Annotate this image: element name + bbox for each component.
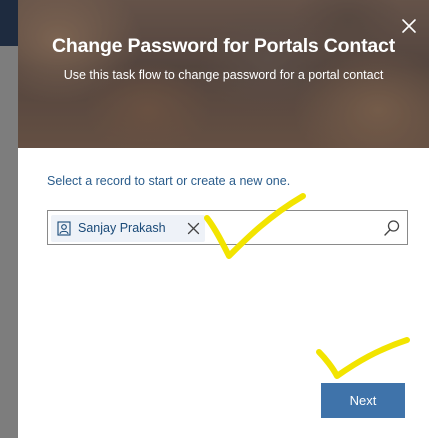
task-flow-dialog: Change Password for Portals Contact Use … [18,0,429,438]
dialog-header: Change Password for Portals Contact Use … [18,0,429,148]
search-icon[interactable] [383,219,401,237]
next-button[interactable]: Next [321,383,405,418]
page-backdrop [0,0,18,438]
dialog-title: Change Password for Portals Contact [52,35,395,57]
record-lookup-field[interactable]: Sanjay Prakash [47,210,408,245]
close-icon[interactable] [399,16,419,36]
annotation-check-mark [316,337,410,379]
selected-record-name[interactable]: Sanjay Prakash [78,221,166,235]
app-header-bar [0,0,18,46]
selected-record-chip[interactable]: Sanjay Prakash [51,215,205,242]
remove-record-icon[interactable] [187,222,200,235]
dialog-subtitle: Use this task flow to change password fo… [63,68,384,82]
contact-icon [57,221,71,236]
instruction-text: Select a record to start or create a new… [47,174,291,188]
